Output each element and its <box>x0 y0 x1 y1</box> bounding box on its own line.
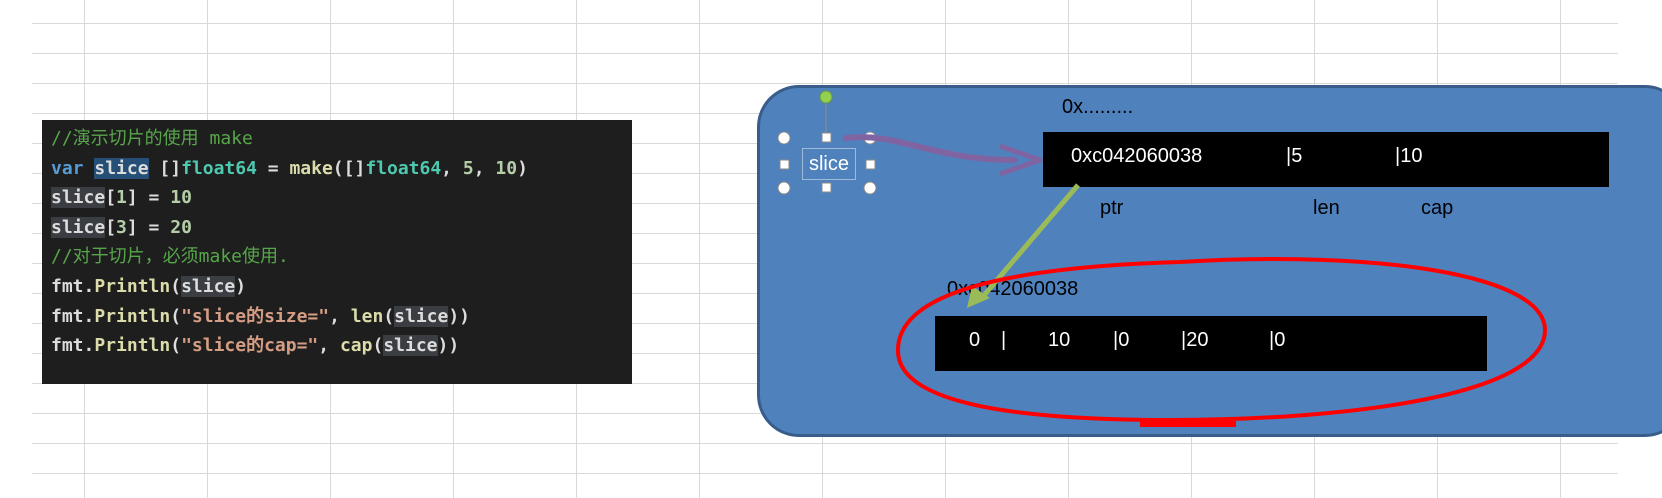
selection-handles[interactable] <box>777 131 877 195</box>
rotate-handle-icon[interactable] <box>819 90 833 104</box>
diagram-overlay <box>777 90 1548 427</box>
